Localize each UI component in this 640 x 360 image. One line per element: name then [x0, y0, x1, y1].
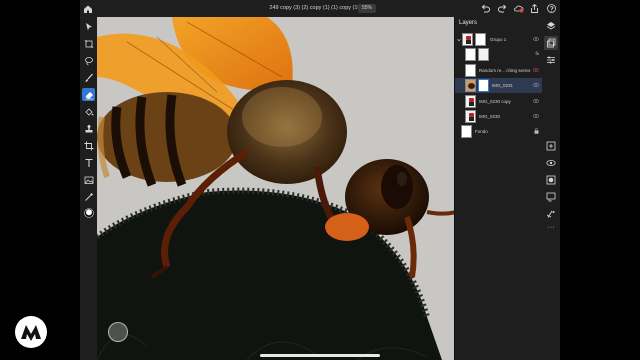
watermark-logo [15, 316, 47, 348]
eyedropper-icon [84, 192, 93, 201]
type-icon [85, 158, 92, 167]
eraser-icon [85, 91, 93, 99]
adjustments-icon[interactable] [546, 55, 556, 65]
layer-row-group[interactable]: Grupo 1 [455, 32, 543, 47]
canvas-touch-modifier-button[interactable] [108, 322, 128, 342]
layer-thumbnail [465, 48, 476, 61]
fill-tool[interactable] [82, 105, 95, 118]
fill-icon [84, 107, 93, 116]
visibility-icon[interactable] [533, 37, 539, 41]
layer-name: IMG_0230 copy [479, 99, 511, 104]
visibility-icon[interactable] [546, 158, 556, 168]
home-indicator[interactable] [260, 354, 380, 357]
crop-icon [84, 141, 93, 150]
share-icon[interactable] [529, 3, 540, 14]
move-tool[interactable] [82, 20, 95, 33]
layer-thumbnail [462, 33, 473, 46]
visibility-icon[interactable] [533, 114, 539, 118]
lock-icon[interactable] [534, 128, 539, 134]
layer-mask-thumbnail [478, 48, 489, 61]
move-icon [85, 22, 92, 31]
mask-icon[interactable] [546, 175, 556, 185]
layer-mask-thumbnail [475, 33, 486, 46]
photoshop-app: 249 copy (3) (2) copy (1) (1) copy (10) … [80, 0, 560, 360]
lasso-tool[interactable] [82, 54, 95, 67]
layer-properties-button[interactable] [544, 36, 558, 50]
color-swatch[interactable] [82, 206, 95, 219]
layer-name: Fondo [475, 129, 488, 134]
color-swatch-icon [83, 207, 94, 218]
transform-icon [84, 39, 93, 48]
layer-row-img0230-copy[interactable]: IMG_0230 copy [455, 94, 543, 109]
clipping-icon[interactable] [546, 192, 556, 202]
clone-stamp-tool[interactable] [82, 122, 95, 135]
undo-icon[interactable] [480, 3, 491, 14]
visibility-icon[interactable] [533, 83, 539, 87]
eyedropper-tool[interactable] [82, 190, 95, 203]
home-icon[interactable] [83, 4, 93, 14]
layer-name: Random re... ching series [479, 68, 531, 73]
visibility-icon[interactable] [533, 99, 539, 103]
tool-bar [80, 17, 97, 360]
brush-icon [84, 73, 93, 82]
cloud-off-icon[interactable] [513, 3, 524, 14]
chevron-down-icon[interactable] [457, 38, 461, 42]
document-title: 249 copy (3) (2) copy (1) (1) copy (10) … [269, 5, 366, 11]
zoom-level[interactable]: 55% [358, 4, 376, 13]
more-icon[interactable]: ··· [546, 224, 556, 231]
crop-tool[interactable] [82, 139, 95, 152]
layer-name: Grupo 1 [490, 37, 507, 42]
layer-name: IMG_0231 [492, 83, 514, 88]
layer-name: IMG_0230 [479, 114, 501, 119]
fx-icon[interactable] [546, 209, 556, 219]
screen: 249 copy (3) (2) copy (1) (1) copy (10) … [0, 0, 640, 360]
layer-row-random[interactable]: Random re... ching series [455, 63, 543, 78]
top-bar: 249 copy (3) (2) copy (1) (1) copy (10) … [80, 0, 560, 17]
layer-mask-thumbnail [478, 79, 489, 92]
layer-row-fx[interactable]: fx [455, 47, 543, 62]
layer-thumbnail [465, 95, 476, 108]
redo-icon[interactable] [497, 3, 508, 14]
clone-stamp-icon [85, 124, 92, 132]
layer-row-img0230[interactable]: IMG_0230 [455, 109, 543, 124]
add-layer-icon[interactable] [546, 141, 556, 151]
right-rail: ··· [542, 17, 560, 360]
type-tool[interactable] [82, 156, 95, 169]
layer-properties-icon [547, 38, 556, 48]
layers-icon[interactable] [546, 21, 556, 31]
transform-tool[interactable] [82, 37, 95, 50]
layers-panel-title: Layers [459, 20, 478, 26]
canvas[interactable] [97, 17, 454, 360]
image-icon [84, 176, 93, 184]
layer-thumbnail [461, 125, 472, 138]
layer-row-fondo[interactable]: Fondo [455, 124, 543, 139]
lasso-icon [84, 56, 93, 65]
brush-tool[interactable] [82, 71, 95, 84]
help-icon[interactable] [546, 3, 557, 14]
layer-thumbnail [465, 64, 476, 77]
canvas-artwork [97, 17, 454, 360]
place-image-tool[interactable] [82, 173, 95, 186]
layer-row-img0231[interactable]: IMG_0231 [455, 78, 543, 93]
eraser-tool[interactable] [82, 88, 95, 101]
layer-blend-badge: fx [535, 51, 539, 56]
layers-panel: Layers Grupo 1 fx Random re... ching ser… [454, 17, 543, 360]
layer-thumbnail [465, 79, 476, 92]
layer-thumbnail [465, 110, 476, 123]
visibility-icon[interactable] [533, 68, 539, 72]
